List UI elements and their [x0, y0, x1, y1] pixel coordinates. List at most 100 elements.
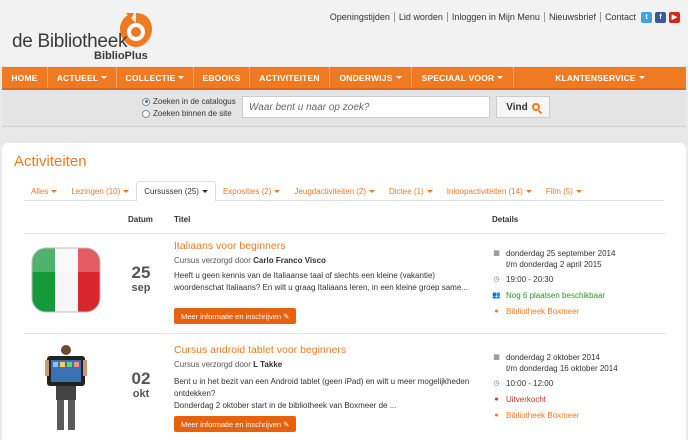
- radio-catalogus[interactable]: Zoeken in de catalogus: [142, 97, 236, 106]
- tab-label: Inloopactiviteiten (14): [446, 186, 523, 196]
- caret-down-icon: [201, 190, 208, 193]
- event-month: sep: [131, 282, 151, 294]
- nav-actueel[interactable]: ACTUEEL: [48, 67, 117, 88]
- italy-flag-image[interactable]: [30, 246, 102, 314]
- caret-down-icon: [395, 76, 402, 79]
- radio-label: Zoeken binnen de site: [153, 109, 232, 118]
- radio-button-checked[interactable]: [142, 97, 150, 106]
- event-day: 02: [131, 369, 151, 388]
- site-header: de Bibliotheek BiblioPlus Openingstijden…: [0, 0, 688, 66]
- date-to: t/m donderdag 16 oktober 2014: [506, 364, 618, 373]
- time-text: 10:00 - 12:00: [506, 379, 554, 388]
- page-title: Activiteiten: [14, 153, 87, 170]
- toplink-nieuwsbrief[interactable]: Nieuwsbrief: [545, 12, 601, 22]
- event-organizer: Cursus verzorgd door L Takke: [174, 360, 282, 369]
- event-time: ◷ 19:00 - 20:30: [492, 274, 553, 285]
- caret-down-icon: [525, 189, 532, 193]
- twitter-icon[interactable]: t: [641, 11, 652, 23]
- tab-film[interactable]: Film (5): [539, 181, 589, 201]
- calendar-icon: ▦: [493, 250, 500, 257]
- clock-icon: ◷: [493, 276, 500, 283]
- event-day: 25: [131, 263, 151, 282]
- more-info-label: Meer informatie en inschrijven: [181, 311, 282, 321]
- event-availability: ● Uitverkocht: [492, 394, 546, 405]
- logo-brand-sub[interactable]: BiblioPlus: [94, 50, 148, 62]
- event-row: 25 sep Italiaans voor beginners Cursus v…: [24, 233, 666, 333]
- toplink-openingstijden[interactable]: Openingstijden: [326, 12, 395, 22]
- event-location[interactable]: ● Bibliotheek Boxmeer: [492, 306, 579, 317]
- map-pin-icon: ●: [494, 412, 499, 419]
- radio-site[interactable]: Zoeken binnen de site: [142, 109, 232, 118]
- event-title-link[interactable]: Cursus android tablet voor beginners: [174, 344, 346, 356]
- more-info-button[interactable]: Meer informatie en inschrijven ✎: [174, 416, 297, 432]
- more-info-button[interactable]: Meer informatie en inschrijven ✎: [174, 308, 297, 324]
- map-pin-icon: ●: [494, 308, 499, 315]
- edit-icon: ✎: [283, 311, 290, 321]
- caret-down-icon: [638, 76, 645, 79]
- calendar-icon: ▦: [493, 354, 500, 361]
- tab-inloopactiviteiten[interactable]: Inloopactiviteiten (14): [440, 181, 539, 201]
- caret-down-icon: [178, 76, 185, 79]
- event-dates: ▦ donderdag 25 september 2014 t/m donderda…: [492, 248, 615, 270]
- nav-speciaal-voor[interactable]: SPECIAAL VOOR: [412, 67, 514, 88]
- tab-lezingen[interactable]: Lezingen (10): [64, 181, 136, 201]
- tab-label: Cursussen (25): [144, 187, 199, 196]
- caret-down-icon: [426, 189, 433, 193]
- event-location[interactable]: ● Bibliotheek Boxmeer: [492, 410, 579, 421]
- caret-down-icon: [369, 189, 376, 193]
- edit-icon: ✎: [283, 419, 290, 429]
- nav-label: EBOOKS: [202, 72, 241, 83]
- search-button-label: Vind: [506, 101, 528, 113]
- tab-label: Jeugdactiviteiten (2): [294, 186, 367, 196]
- nav-activiteiten[interactable]: ACTIVITEITEN: [250, 67, 330, 88]
- radio-label: Zoeken in de catalogus: [153, 97, 236, 106]
- tab-exposities[interactable]: Exposities (2): [216, 181, 287, 201]
- caret-down-icon: [123, 189, 130, 193]
- clock-icon: ◷: [493, 380, 500, 387]
- toplink-contact[interactable]: Contact: [601, 12, 638, 22]
- caret-down-icon: [101, 76, 108, 79]
- event-title-link[interactable]: Italiaans voor beginners: [174, 240, 286, 252]
- search-button[interactable]: Vind: [496, 96, 550, 118]
- facebook-icon[interactable]: f: [655, 11, 666, 23]
- event-description: Heeft u geen kennis van de Italiaanse ta…: [174, 271, 468, 292]
- nav-collectie[interactable]: COLLECTIE: [117, 67, 194, 88]
- tab-label: Dictee (1): [389, 186, 424, 196]
- search-input[interactable]: [242, 96, 490, 118]
- date-range-text: donderdag 25 september 2014 t/m donderdag…: [506, 248, 615, 270]
- users-icon: 👥: [492, 292, 501, 299]
- column-header-details: Details: [492, 215, 519, 224]
- time-text: 19:00 - 20:30: [506, 275, 554, 284]
- youtube-icon[interactable]: ▶: [669, 11, 680, 23]
- organizer-name: L Takke: [253, 360, 283, 369]
- nav-label: ACTIVITEITEN: [259, 72, 320, 83]
- more-info-label: Meer informatie en inschrijven: [181, 419, 282, 429]
- tab-dictee[interactable]: Dictee (1): [382, 181, 440, 201]
- event-row: 02 okt Cursus android tablet voor beginn…: [24, 333, 666, 439]
- nav-onderwijs[interactable]: ONDERWIJS: [330, 67, 412, 88]
- content-panel: Activiteiten Alles Lezingen (10) Cursuss…: [2, 143, 686, 440]
- radio-button[interactable]: [142, 109, 150, 118]
- availability-text: Uitverkocht: [506, 395, 547, 404]
- column-header-date: Datum: [128, 215, 153, 224]
- main-nav: HOME ACTUEEL COLLECTIE EBOOKS ACTIVITEIT…: [2, 67, 686, 90]
- location-text: Bibliotheek Boxmeer: [506, 411, 580, 420]
- nav-ebooks[interactable]: EBOOKS: [194, 67, 250, 88]
- date-range-text: donderdag 2 oktober 2014 t/m donderdag 16…: [506, 352, 618, 374]
- nav-klantenservice[interactable]: KLANTENSERVICE: [514, 67, 686, 88]
- tab-jeugdactiviteiten[interactable]: Jeugdactiviteiten (2): [287, 181, 382, 201]
- nav-label: SPECIAAL VOOR: [421, 72, 495, 83]
- nav-label: COLLECTIE: [125, 72, 176, 83]
- toplink-lid-worden[interactable]: Lid worden: [395, 12, 448, 22]
- tab-alles[interactable]: Alles: [24, 181, 64, 201]
- event-month: okt: [132, 388, 150, 400]
- tablet-person-image[interactable]: [44, 342, 88, 434]
- event-description: Bent u in het bezit van een Android tabl…: [174, 377, 470, 398]
- tab-label: Film (5): [545, 186, 573, 196]
- nav-label: HOME: [11, 72, 38, 83]
- date-to: t/m donderdag 2 april 2015: [506, 260, 602, 269]
- search-icon: [531, 103, 540, 111]
- tab-cursussen[interactable]: Cursussen (25): [136, 181, 216, 202]
- toplink-inloggen[interactable]: Inloggen in Mijn Menu: [448, 12, 545, 22]
- nav-home[interactable]: HOME: [2, 67, 48, 88]
